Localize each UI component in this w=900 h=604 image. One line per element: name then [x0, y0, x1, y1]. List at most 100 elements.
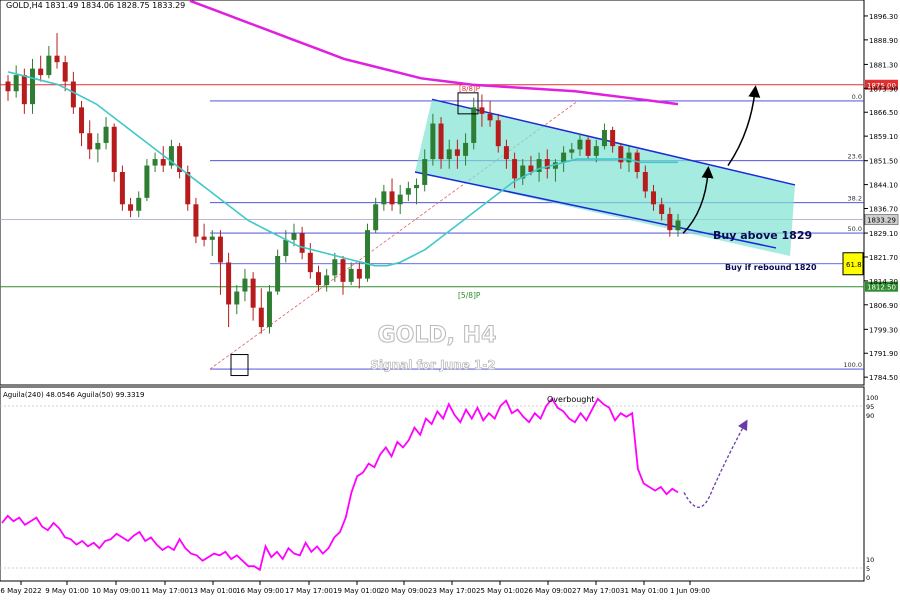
candle-body: [266, 291, 272, 328]
price-tick-label: 1851.50: [869, 158, 898, 166]
candle-body: [610, 130, 616, 147]
candle-body: [585, 139, 591, 156]
oscillator-panel: [0, 386, 865, 582]
candle-body: [642, 172, 648, 192]
candle-body: [593, 146, 599, 156]
time-tick-label: 23 May 17:00: [428, 587, 476, 595]
chart-canvas: 1875.001812.501833.290.023.638.250.061.8…: [0, 0, 899, 595]
fib-level-label: 23.6: [848, 153, 862, 161]
price-tick-label: 1873.90: [869, 85, 898, 93]
candle-body: [650, 191, 656, 205]
candle-body: [422, 159, 428, 185]
oscillator-tick-label: 10: [866, 556, 874, 564]
oscillator-tick-label: 0: [866, 574, 870, 582]
candle-body: [365, 230, 371, 279]
fib-level-label: 0.0: [852, 93, 862, 101]
time-tick-label: 13 May 01:00: [189, 587, 237, 595]
candle-body: [659, 204, 665, 214]
candle-body: [307, 252, 313, 273]
price-tick-label: 1866.50: [869, 109, 898, 117]
candle-body: [13, 75, 19, 92]
buy-above-label: Buy above 1829: [713, 229, 812, 242]
candle-body: [226, 262, 232, 305]
candle-body: [217, 236, 223, 263]
price-tick-label: 1806.90: [869, 302, 898, 310]
candle-body: [62, 62, 68, 82]
time-tick-label: 1 Jun 09:00: [670, 587, 710, 595]
candle-body: [471, 107, 477, 143]
time-tick-label: 25 May 01:00: [476, 587, 524, 595]
fib-level-label: 38.2: [848, 195, 862, 203]
candle-body: [405, 188, 411, 195]
candle-body: [128, 204, 134, 211]
current-price-value: 1833.29: [867, 217, 896, 225]
time-tick-label: 17 May 17:00: [285, 587, 333, 595]
price-tick-label: 1859.10: [869, 133, 898, 141]
time-tick-label: 27 May 17:00: [572, 587, 620, 595]
price-tick-label: 1791.90: [869, 350, 898, 358]
candle-body: [414, 184, 420, 189]
candle-body: [315, 272, 321, 286]
candle-body: [324, 275, 330, 286]
candle-body: [5, 81, 11, 92]
oscillator-tick-label: 100: [866, 394, 878, 402]
candle-body: [95, 142, 101, 150]
candle-body: [348, 268, 354, 282]
candle-body: [250, 278, 256, 308]
chart-window: 1875.00 1812.50 1833.29 0.0 23.6 38.2 50.0 61.8…: [0, 0, 900, 600]
candle-body: [87, 133, 93, 150]
candle-body: [283, 239, 289, 256]
time-tick-label: 20 May 09:00: [380, 587, 428, 595]
candle-body: [209, 236, 215, 240]
price-tick-label: 1896.30: [869, 13, 898, 21]
candle-body: [119, 172, 125, 205]
candle-body: [438, 123, 444, 160]
candle-body: [356, 268, 362, 279]
candle-body: [373, 204, 379, 231]
candle-body: [103, 126, 109, 143]
candle-body: [299, 233, 305, 253]
watermark-subtitle: Signal for June 1-2: [370, 358, 495, 372]
overbought-label: Overbought: [547, 395, 595, 404]
price-tick-label: 1844.10: [869, 182, 898, 190]
candle-body: [667, 214, 673, 231]
time-tick-label: 11 May 17:00: [141, 587, 189, 595]
candle-body: [30, 68, 36, 105]
price-tick-label: 1814.30: [869, 278, 898, 286]
candle-body: [561, 152, 567, 163]
price-tick-label: 1799.30: [869, 326, 898, 334]
price-tick-label: 1836.70: [869, 206, 898, 214]
candle-body: [454, 149, 460, 156]
candle-body: [79, 107, 85, 134]
candle-body: [152, 159, 158, 166]
oscillator-title: Aguila(240) 48.0546 Aguila(50) 99.3319: [3, 391, 144, 399]
price-tick-label: 1881.30: [869, 61, 898, 69]
candle-body: [340, 259, 346, 282]
candle-body: [291, 233, 297, 240]
candle-body: [332, 259, 338, 276]
candle-body: [160, 159, 166, 166]
murray-label: [5/8]P: [458, 291, 481, 300]
time-tick-label: 19 May 01:00: [333, 587, 381, 595]
candle-body: [185, 172, 191, 205]
candle-body: [234, 291, 240, 305]
price-tick-label: 1829.10: [869, 230, 898, 238]
candle-body: [38, 68, 44, 76]
candle-body: [463, 142, 469, 156]
candle-body: [512, 159, 518, 179]
candle-body: [193, 204, 199, 237]
candle-body: [258, 307, 264, 328]
candle-body: [626, 152, 632, 163]
price-axis: 1896.30 1888.90 1881.30 1873.90 1866.50 1859.…: [864, 13, 898, 382]
candle-body: [675, 220, 681, 231]
candle-body: [487, 113, 493, 121]
candle-body: [144, 165, 150, 198]
time-axis: 6 May 2022 9 May 01:00 10 May 09:00 11 May …: [0, 581, 710, 595]
candle-body: [397, 194, 403, 205]
candle-body: [275, 256, 281, 292]
watermark-title: GOLD, H4: [378, 323, 497, 348]
price-tick-label: 1888.90: [869, 37, 898, 45]
oscillator-tick-label: 5: [866, 565, 870, 573]
candle-body: [430, 123, 436, 160]
murray-top-label: [8/8]P: [459, 85, 480, 93]
